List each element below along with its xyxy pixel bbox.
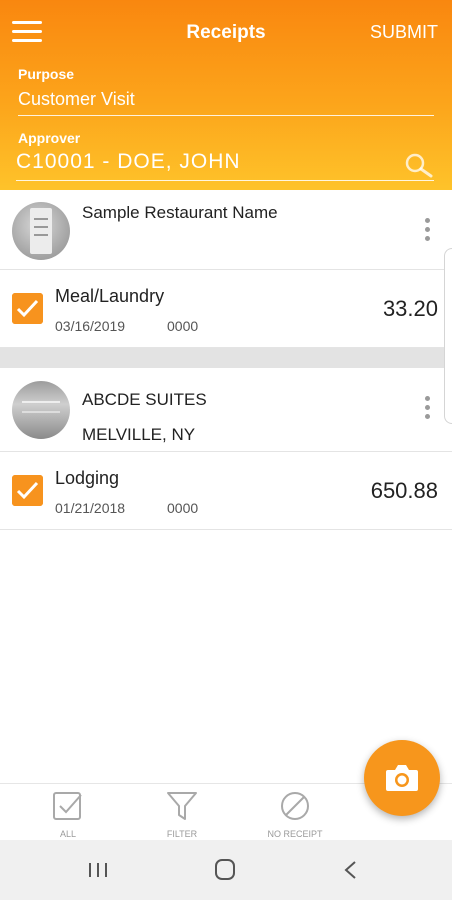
receipt-thumbnail[interactable] [12,381,70,439]
select-all-button[interactable]: ALL [28,790,108,839]
merchant-name: Sample Restaurant Name [82,203,278,222]
filter-button[interactable]: FILTER [142,790,222,839]
expense-code: 0000 [167,500,199,516]
expense-row[interactable]: Meal/Laundry 03/16/2019 0000 33.20 [0,270,452,348]
app-header: Receipts SUBMIT Purpose Customer Visit A… [0,0,452,190]
camera-button[interactable] [364,740,440,816]
search-icon[interactable] [404,152,434,178]
expense-date: 01/21/2018 [55,500,126,516]
side-drawer-handle[interactable] [444,248,452,424]
section-divider [0,348,452,368]
home-icon[interactable] [205,856,245,884]
expense-code: 0000 [167,318,199,334]
approver-field[interactable]: C10001 - DOE, JOHN [16,150,434,181]
merchant-row[interactable]: Sample Restaurant Name [0,190,452,270]
merchant-name: ABCDE SUITES [82,390,207,409]
no-receipt-icon [281,792,309,820]
more-vertical-icon[interactable] [422,218,432,244]
expense-date: 03/16/2019 [55,318,126,334]
more-vertical-icon[interactable] [422,396,432,422]
no-receipt-button[interactable]: NO RECEIPT [255,790,335,839]
back-icon[interactable] [331,856,371,884]
receipts-list: Sample Restaurant Name Meal/Laundry 03/1… [0,190,452,530]
select-all-icon [53,792,82,820]
no-receipt-label: NO RECEIPT [267,829,323,839]
checkbox-checked-icon[interactable] [12,293,43,324]
system-navigation-bar [0,840,452,900]
expense-amount: 650.88 [370,478,438,503]
recent-apps-icon[interactable] [78,856,118,884]
purpose-label: Purpose [18,66,75,82]
camera-icon [386,765,418,791]
receipt-thumbnail[interactable] [12,202,70,260]
filter-label: FILTER [166,829,198,839]
expense-type: Lodging [55,468,120,488]
expense-type: Meal/Laundry [55,286,165,306]
merchant-location: MELVILLE, NY [82,425,196,444]
approver-label: Approver [18,130,81,146]
filter-icon [167,792,197,820]
expense-amount: 33.20 [382,296,438,321]
merchant-row[interactable]: ABCDE SUITES MELVILLE, NY [0,368,452,452]
select-all-label: ALL [59,829,76,839]
submit-button[interactable]: SUBMIT [370,22,438,43]
purpose-field[interactable]: Customer Visit [18,89,434,116]
expense-row[interactable]: Lodging 01/21/2018 0000 650.88 [0,452,452,530]
checkbox-checked-icon[interactable] [12,475,43,506]
